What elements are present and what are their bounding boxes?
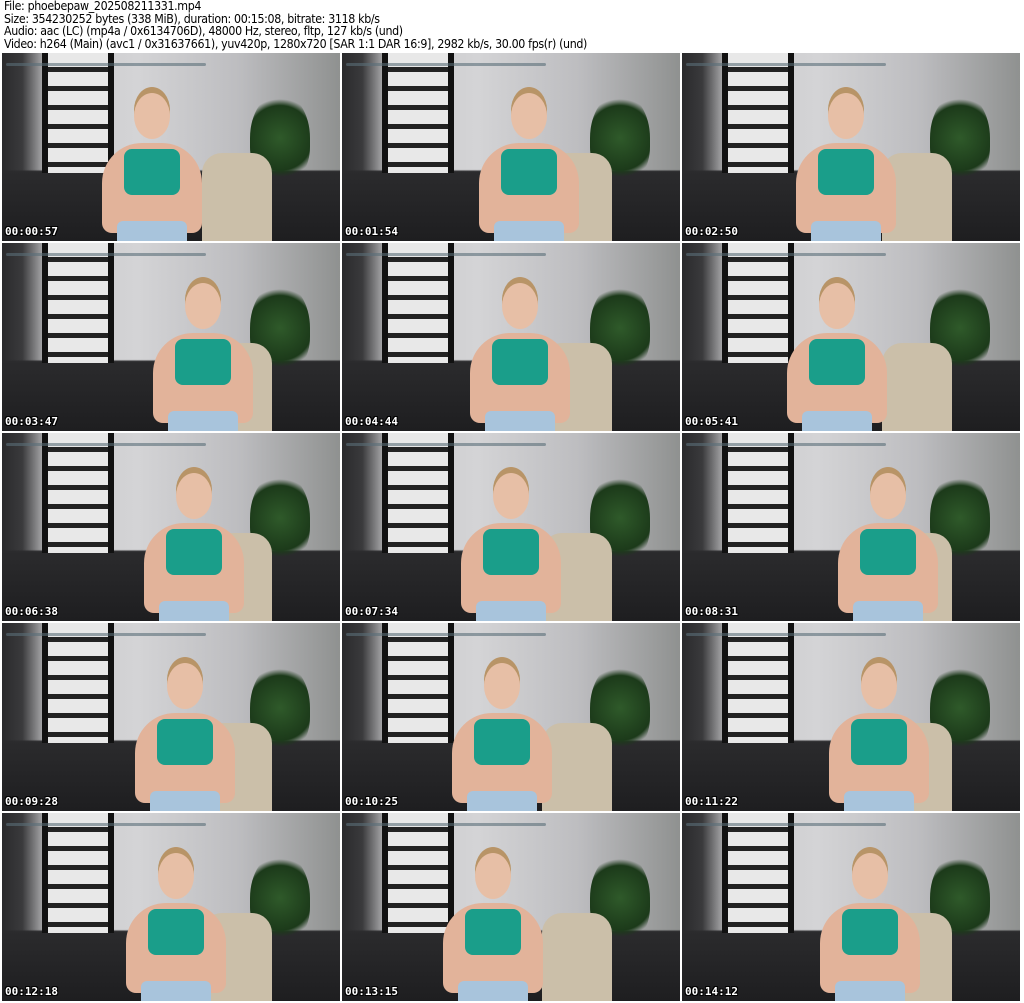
video-thumbnail: 00:06:38 xyxy=(2,433,340,621)
timestamp: 00:12:18 xyxy=(5,985,58,998)
ladder-shelf xyxy=(722,433,794,553)
video-thumbnail: 00:02:50 xyxy=(682,53,1020,241)
file-name: File: phoebepaw_202508211331.mp4 xyxy=(4,0,202,13)
video-thumbnail: 00:11:22 xyxy=(682,623,1020,811)
video-thumbnail: 00:01:54 xyxy=(342,53,680,241)
chair xyxy=(882,343,952,431)
video-thumbnail: 00:12:18 xyxy=(2,813,340,1001)
person xyxy=(479,93,579,241)
ladder-shelf xyxy=(722,813,794,933)
ladder-shelf xyxy=(382,243,454,363)
chair xyxy=(542,913,612,1001)
person xyxy=(102,93,202,241)
stream-overlay-bar xyxy=(346,57,676,67)
video-thumbnail: 00:14:12 xyxy=(682,813,1020,1001)
audio-info: Audio: aac (LC) (mp4a / 0x6134706D), 480… xyxy=(4,24,403,39)
video-thumbnail: 00:04:44 xyxy=(342,243,680,431)
stream-overlay-bar xyxy=(686,817,1016,827)
timestamp: 00:06:38 xyxy=(5,605,58,618)
ladder-shelf xyxy=(42,243,114,363)
stream-overlay-bar xyxy=(686,57,1016,67)
timestamp: 00:11:22 xyxy=(685,795,738,808)
person xyxy=(820,853,920,1001)
stream-overlay-bar xyxy=(6,437,336,447)
timestamp: 00:05:41 xyxy=(685,415,738,428)
chair xyxy=(542,723,612,811)
person xyxy=(829,663,929,811)
stream-overlay-bar xyxy=(686,627,1016,637)
ladder-shelf xyxy=(722,53,794,173)
person xyxy=(126,853,226,1001)
timestamp: 00:09:28 xyxy=(5,795,58,808)
ladder-shelf xyxy=(42,433,114,553)
ladder-shelf xyxy=(42,813,114,933)
ladder-shelf xyxy=(722,243,794,363)
thumbnail-grid: 00:00:57 00:01:54 00:02:50 00:03:47 00:0… xyxy=(2,53,1020,1001)
video-thumbnail: 00:13:15 xyxy=(342,813,680,1001)
stream-overlay-bar xyxy=(686,437,1016,447)
video-thumbnail: 00:07:34 xyxy=(342,433,680,621)
stream-overlay-bar xyxy=(6,627,336,637)
timestamp: 00:14:12 xyxy=(685,985,738,998)
stream-overlay-bar xyxy=(6,247,336,257)
timestamp: 00:00:57 xyxy=(5,225,58,238)
video-thumbnail: 00:00:57 xyxy=(2,53,340,241)
ladder-shelf xyxy=(42,623,114,743)
person xyxy=(838,473,938,621)
timestamp: 00:13:15 xyxy=(345,985,398,998)
stream-overlay-bar xyxy=(6,817,336,827)
video-info: Video: h264 (Main) (avc1 / 0x31637661), … xyxy=(4,36,588,51)
video-thumbnail: 00:10:25 xyxy=(342,623,680,811)
timestamp: 00:01:54 xyxy=(345,225,398,238)
ladder-shelf xyxy=(382,53,454,173)
person xyxy=(787,283,887,431)
video-thumbnail: 00:09:28 xyxy=(2,623,340,811)
ladder-shelf xyxy=(382,433,454,553)
person xyxy=(470,283,570,431)
video-thumbnail: 00:05:41 xyxy=(682,243,1020,431)
stream-overlay-bar xyxy=(346,627,676,637)
video-thumbnail: 00:03:47 xyxy=(2,243,340,431)
stream-overlay-bar xyxy=(346,437,676,447)
timestamp: 00:10:25 xyxy=(345,795,398,808)
stream-overlay-bar xyxy=(346,247,676,257)
person xyxy=(144,473,244,621)
timestamp: 00:02:50 xyxy=(685,225,738,238)
person xyxy=(153,283,253,431)
person xyxy=(796,93,896,241)
stream-overlay-bar xyxy=(686,247,1016,257)
chair xyxy=(202,153,272,241)
person xyxy=(443,853,543,1001)
timestamp: 00:07:34 xyxy=(345,605,398,618)
person xyxy=(461,473,561,621)
stream-overlay-bar xyxy=(346,817,676,827)
person xyxy=(135,663,235,811)
timestamp: 00:08:31 xyxy=(685,605,738,618)
stream-overlay-bar xyxy=(6,57,336,67)
timestamp: 00:03:47 xyxy=(5,415,58,428)
timestamp: 00:04:44 xyxy=(345,415,398,428)
person xyxy=(452,663,552,811)
ladder-shelf xyxy=(382,623,454,743)
file-info-header: File: phoebepaw_202508211331.mp4 Size: 3… xyxy=(4,0,587,50)
video-thumbnail: 00:08:31 xyxy=(682,433,1020,621)
ladder-shelf xyxy=(722,623,794,743)
